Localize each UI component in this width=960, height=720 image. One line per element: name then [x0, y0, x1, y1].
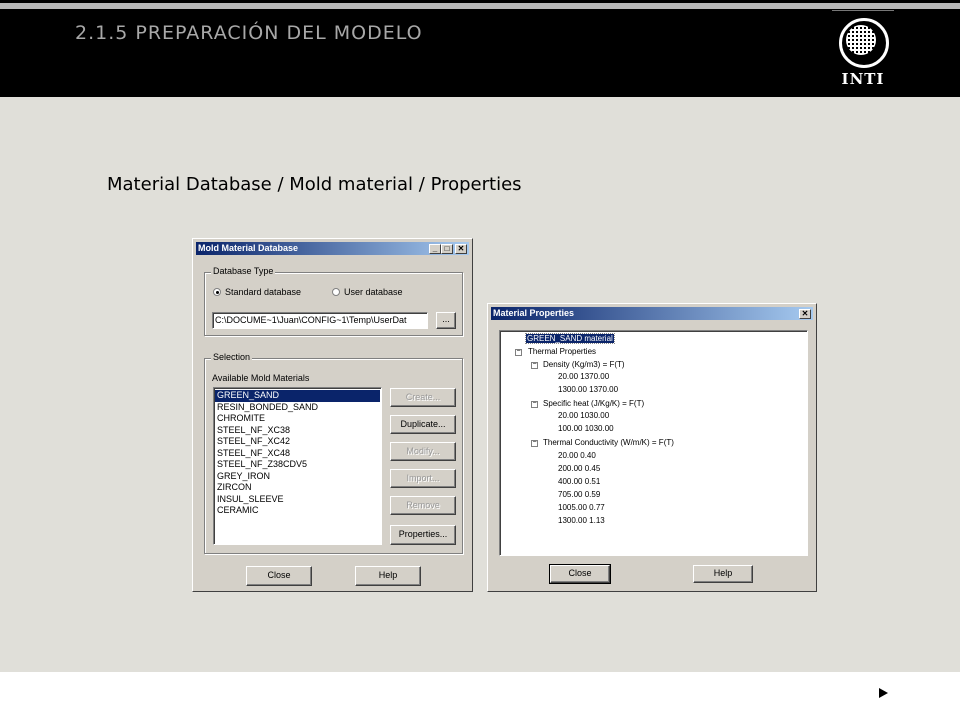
- list-item[interactable]: INSUL_SLEEVE: [215, 494, 380, 506]
- radio-selected-icon: [213, 288, 221, 296]
- database-path-field[interactable]: C:\DOCUME~1\Juan\CONFIG~1\Temp\UserDat: [212, 312, 428, 329]
- standard-database-radio[interactable]: Standard database: [213, 287, 301, 297]
- thermal-properties-node[interactable]: Thermal Properties: [528, 346, 596, 357]
- next-slide-icon[interactable]: [879, 688, 888, 698]
- collapse-icon[interactable]: −: [515, 348, 522, 356]
- list-item[interactable]: STEEL_NF_Z38CDV5: [215, 459, 380, 471]
- material-properties-dialog: Material Properties ✕ GREEN_SAND materia…: [487, 303, 817, 592]
- list-item[interactable]: ZIRCON: [215, 482, 380, 494]
- inti-logo: INTI: [832, 10, 894, 90]
- minimize-button[interactable]: _: [429, 244, 441, 254]
- material-properties-title: Material Properties: [493, 308, 575, 318]
- modify-button[interactable]: Modify...: [390, 442, 456, 461]
- list-item[interactable]: STEEL_NF_XC48: [215, 448, 380, 460]
- properties-button[interactable]: Properties...: [390, 525, 456, 545]
- collapse-icon[interactable]: −: [531, 400, 538, 408]
- browse-button[interactable]: ...: [436, 312, 456, 329]
- conductivity-row: 200.00 0.45: [558, 464, 601, 473]
- close-button[interactable]: Close: [246, 566, 312, 586]
- database-type-group: Database Type Standard database User dat…: [204, 266, 463, 336]
- help-button[interactable]: Help: [355, 566, 421, 586]
- help-button[interactable]: Help: [693, 565, 753, 583]
- database-type-label: Database Type: [211, 266, 276, 276]
- list-item[interactable]: GREY_IRON: [215, 471, 380, 483]
- selection-label: Selection: [211, 352, 253, 362]
- user-database-label: User database: [344, 287, 403, 297]
- selection-group: Selection Available Mold Materials GREEN…: [204, 352, 463, 554]
- tree-root[interactable]: GREEN_SAND material: [525, 333, 615, 344]
- create-button[interactable]: Create...: [390, 388, 456, 407]
- slide-title: 2.1.5 PREPARACIÓN DEL MODELO: [75, 22, 423, 44]
- close-button[interactable]: Close: [549, 564, 611, 584]
- conductivity-node[interactable]: Thermal Conductivity (W/m/K) = F(T): [543, 437, 674, 448]
- maximize-button[interactable]: □: [441, 244, 453, 254]
- materials-listbox[interactable]: GREEN_SAND RESIN_BONDED_SAND CHROMITE STEEL…: [213, 387, 382, 545]
- user-database-radio[interactable]: User database: [332, 287, 403, 297]
- mold-material-database-dialog: Mold Material Database _ □ ✕ Database Ty…: [192, 238, 473, 592]
- close-window-button[interactable]: ✕: [455, 244, 467, 254]
- specific-heat-row: 20.00 1030.00: [558, 411, 610, 420]
- specific-heat-node[interactable]: Specific heat (J/Kg/K) = F(T): [543, 398, 644, 409]
- import-button[interactable]: Import...: [390, 469, 456, 488]
- list-item[interactable]: GREEN_SAND: [215, 390, 380, 402]
- duplicate-button[interactable]: Duplicate...: [390, 415, 456, 434]
- collapse-icon[interactable]: −: [531, 439, 538, 447]
- conductivity-row: 1005.00 0.77: [558, 503, 605, 512]
- density-row: 1300.00 1370.00: [558, 385, 619, 394]
- material-properties-titlebar[interactable]: Material Properties ✕: [491, 307, 813, 320]
- material-properties-tree[interactable]: GREEN_SAND material − Thermal Properties…: [499, 330, 808, 556]
- logo-text: INTI: [841, 70, 885, 88]
- list-item[interactable]: STEEL_NF_XC38: [215, 425, 380, 437]
- collapse-icon[interactable]: −: [531, 361, 538, 369]
- list-item[interactable]: STEEL_NF_XC42: [215, 436, 380, 448]
- list-item[interactable]: RESIN_BONDED_SAND: [215, 402, 380, 414]
- slide-header: 2.1.5 PREPARACIÓN DEL MODELO INTI: [0, 0, 960, 97]
- close-window-button[interactable]: ✕: [799, 309, 811, 319]
- slide-subtitle: Material Database / Mold material / Prop…: [107, 174, 522, 195]
- available-materials-label: Available Mold Materials: [212, 373, 310, 383]
- conductivity-row: 1300.00 1.13: [558, 516, 605, 525]
- slide-footer: [0, 672, 960, 720]
- list-item[interactable]: CERAMIC: [215, 505, 380, 517]
- list-item[interactable]: CHROMITE: [215, 413, 380, 425]
- radio-unselected-icon: [332, 288, 340, 296]
- tree-root-label: GREEN_SAND material: [525, 333, 615, 344]
- mold-db-title: Mold Material Database: [198, 243, 299, 253]
- mold-db-titlebar[interactable]: Mold Material Database _ □ ✕: [196, 242, 469, 255]
- conductivity-row: 20.00 0.40: [558, 451, 596, 460]
- conductivity-row: 705.00 0.59: [558, 490, 601, 499]
- density-node[interactable]: Density (Kg/m3) = F(T): [543, 359, 625, 370]
- specific-heat-row: 100.00 1030.00: [558, 424, 614, 433]
- density-row: 20.00 1370.00: [558, 372, 610, 381]
- remove-button[interactable]: Remove: [390, 496, 456, 515]
- standard-database-label: Standard database: [225, 287, 302, 297]
- conductivity-row: 400.00 0.51: [558, 477, 601, 486]
- logo-grid-icon: [846, 25, 876, 55]
- header-top-line: [0, 3, 960, 9]
